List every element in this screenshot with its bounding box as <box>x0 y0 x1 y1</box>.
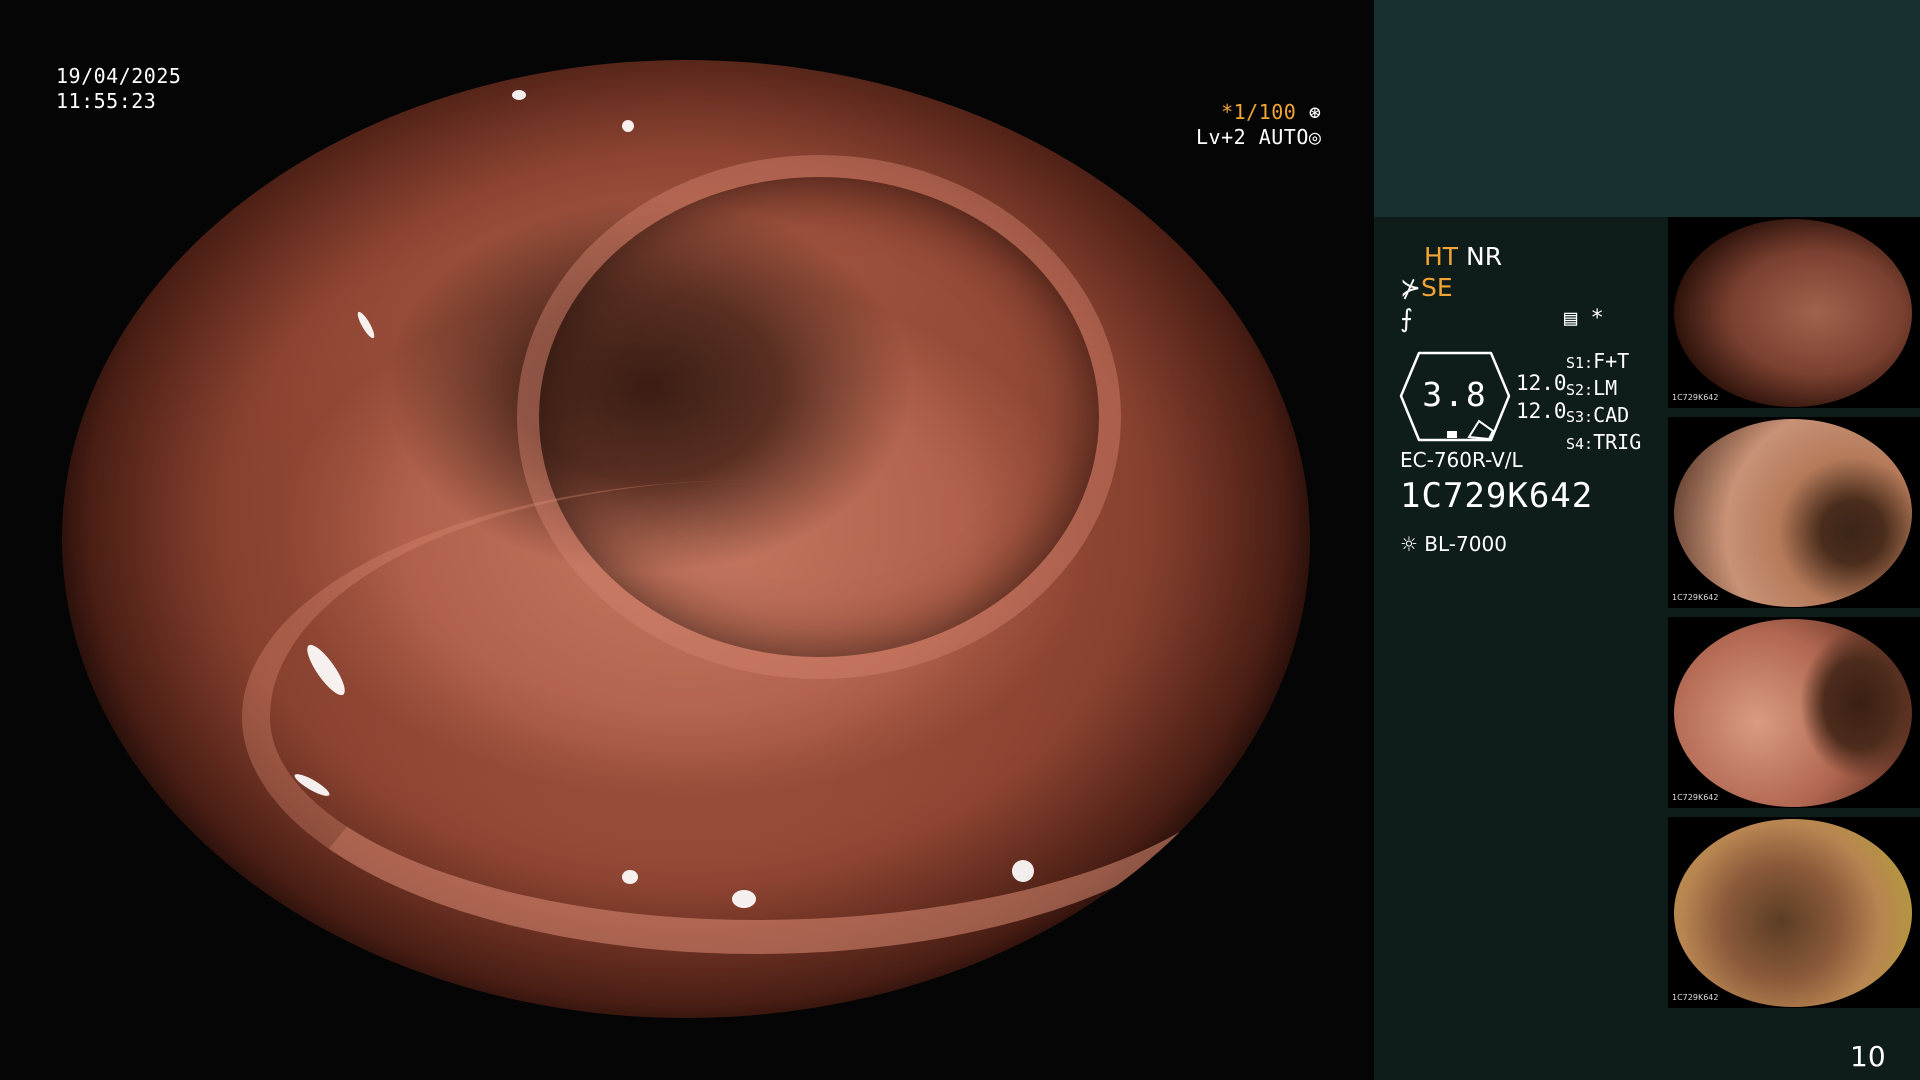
switch-slots: S1:F+T S2:LM S3:CAD S4:TRIG <box>1566 349 1641 457</box>
thumbnail-image <box>1674 219 1912 407</box>
glare <box>355 310 377 340</box>
glare <box>622 120 634 132</box>
mode-ht-nr: HT NR <box>1424 242 1502 272</box>
date: 19/04/2025 <box>56 64 182 88</box>
slot-s3: S3:CAD <box>1566 403 1630 427</box>
ring-icon: ◎ <box>1308 125 1322 149</box>
thumbnail-2[interactable]: 1C729K642 <box>1668 417 1920 608</box>
slot-s1: S1:F+T <box>1566 349 1630 373</box>
aperture-icon: ⊛ <box>1296 100 1322 124</box>
image-mask-top <box>0 0 1374 60</box>
slot-s2: S2:LM <box>1566 376 1618 400</box>
thumbnail-label: 1C729K642 <box>1672 393 1719 402</box>
image-mask-bottom <box>0 1018 1374 1080</box>
thumbnail-image <box>1674 619 1912 807</box>
f-icon: ⨍ <box>1400 304 1414 333</box>
datetime: 19/04/2025 11:55:23 <box>56 64 181 114</box>
glare <box>1012 860 1034 882</box>
thumbnail-4[interactable]: 1C729K642 <box>1668 817 1920 1008</box>
ht-label: HT <box>1424 242 1459 271</box>
page-number: 10 <box>1850 1040 1886 1073</box>
ratio-1: 12.0 <box>1516 371 1567 395</box>
se-label: SE <box>1420 273 1453 302</box>
scope-icon: ⊁ <box>1400 273 1421 302</box>
glare <box>732 890 756 908</box>
thumbnail-label: 1C729K642 <box>1672 793 1719 802</box>
extra-icons: ▤ * <box>1564 306 1604 331</box>
ratio-2: 12.0 <box>1516 399 1567 423</box>
glare <box>512 90 526 100</box>
thumbnail-label: 1C729K642 <box>1672 593 1719 602</box>
auto-mode: AUTO <box>1258 125 1309 149</box>
serial-number: 1C729K642 <box>1400 476 1594 516</box>
mucosal-fold <box>242 480 1270 954</box>
glare <box>622 870 638 884</box>
endoscope-image <box>62 60 1310 1018</box>
light-source-label: BL-7000 <box>1424 532 1507 556</box>
thumbnail-3[interactable]: 1C729K642 <box>1668 617 1920 808</box>
thumbnail-1[interactable]: 1C729K642 <box>1668 217 1920 408</box>
enhance-level: Lv+2 <box>1196 125 1247 149</box>
nr-label: NR <box>1466 242 1503 271</box>
thumbnail-image <box>1674 419 1912 607</box>
thumbnail-label: 1C729K642 <box>1672 993 1719 1002</box>
shutter-speed: *1/100 <box>1221 100 1297 124</box>
time: 11:55:23 <box>56 89 157 113</box>
light-source: ☼ BL-7000 <box>1400 532 1507 556</box>
hex-value: 3.8 <box>1422 375 1488 414</box>
menu-icon: ▤ <box>1564 306 1578 331</box>
thumbnail-image <box>1674 819 1912 1007</box>
scope-model: EC-760R-V/L <box>1400 448 1523 472</box>
panel-header <box>1374 0 1920 217</box>
slot-s4: S4:TRIG <box>1566 430 1642 454</box>
exposure-info: *1/100 ⊛ Lv+2 AUTO◎ <box>1196 100 1321 150</box>
star-mark: * <box>1590 306 1604 331</box>
sun-icon: ☼ <box>1400 532 1418 556</box>
mode-se: ⊁SE <box>1400 273 1453 303</box>
